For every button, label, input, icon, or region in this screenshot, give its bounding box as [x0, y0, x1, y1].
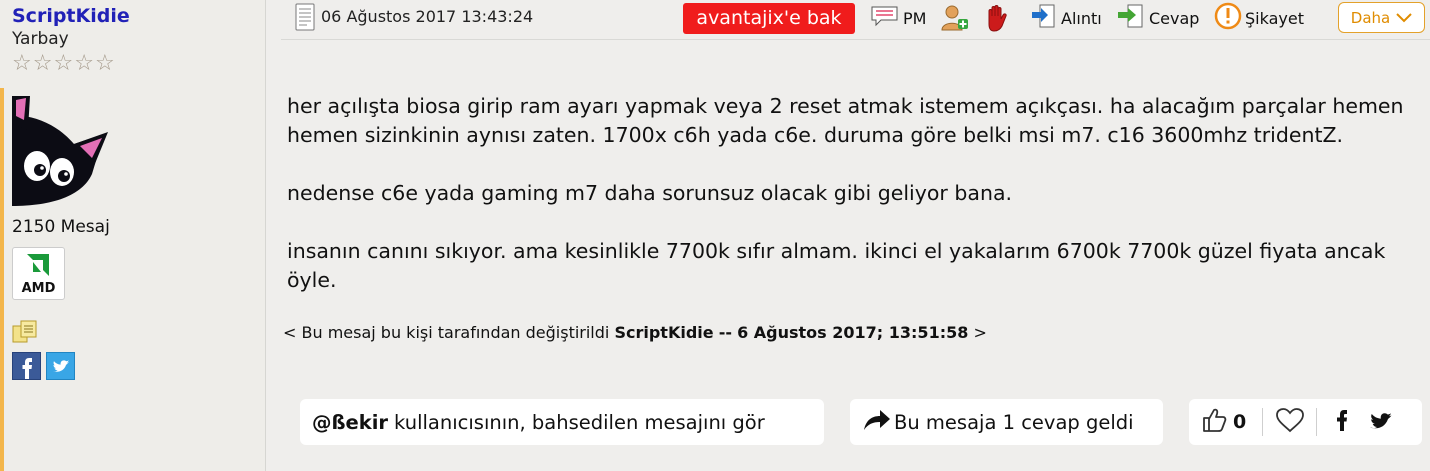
post-paragraph: insanın canını sıkıyor. ama kesinlikle 7… [287, 239, 1386, 292]
post-paragraph: her açılışta biosa girip ram ayarı yapma… [287, 94, 1404, 147]
twitter-share-icon[interactable] [1369, 409, 1395, 436]
star-icon: ☆ [53, 51, 74, 76]
edit-note-editor[interactable]: ScriptKidie [614, 323, 713, 342]
reply-button[interactable]: Cevap [1116, 4, 1199, 32]
quoted-message-link[interactable]: @ßekir kullanıcısının, bahsedilen mesajı… [300, 399, 824, 445]
more-dropdown[interactable]: Daha [1338, 2, 1425, 33]
star-icon: ☆ [32, 51, 53, 76]
block-hand-icon[interactable] [983, 4, 1011, 32]
rank-stars: ☆ ☆ ☆ ☆ ☆ [12, 53, 115, 75]
reaction-bar: 0 [1189, 399, 1422, 445]
facebook-share-icon[interactable] [1335, 408, 1349, 437]
reply-label: Cevap [1149, 8, 1200, 28]
replies-link[interactable]: Bu mesaja 1 cevap geldi [850, 399, 1163, 445]
star-icon: ☆ [94, 51, 115, 76]
add-friend-icon[interactable] [941, 4, 969, 32]
report-button[interactable]: Şikayet [1214, 2, 1304, 34]
amd-badge-label: AMD [21, 281, 56, 296]
reply-icon [1116, 3, 1146, 33]
post-content: her açılışta biosa girip ram ayarı yapma… [287, 92, 1407, 295]
quoted-username: @ßekir [312, 410, 389, 434]
copy-icon[interactable] [12, 320, 38, 348]
report-label: Şikayet [1245, 8, 1304, 28]
edit-note: < Bu mesaj bu kişi tarafından değiştiril… [283, 323, 987, 342]
post-date: 06 Ağustos 2017 13:43:24 [321, 7, 534, 26]
username-link[interactable]: ScriptKidie [12, 5, 130, 27]
pm-label: PM [903, 8, 927, 28]
like-count: 0 [1233, 411, 1247, 433]
edit-note-suffix: > [973, 323, 987, 342]
message-count: 2150 Mesaj [12, 217, 110, 237]
avatar[interactable] [12, 96, 108, 206]
heart-icon[interactable] [1275, 407, 1305, 438]
pm-button[interactable]: PM [870, 4, 926, 32]
sidebar-accent-bar [0, 88, 4, 471]
document-icon [294, 3, 316, 35]
twitter-icon[interactable] [46, 352, 75, 384]
edit-note-prefix: < Bu mesaj bu kişi tarafından değiştiril… [283, 323, 610, 342]
divider [1316, 408, 1318, 436]
warning-icon [1214, 2, 1242, 34]
divider [1262, 408, 1264, 436]
post-header: 06 Ağustos 2017 13:43:24 avantajix'e bak… [281, 0, 1430, 40]
chevron-down-icon [1396, 9, 1412, 27]
edit-note-timestamp: 6 Ağustos 2017; 13:51:58 [737, 323, 969, 342]
edit-note-separator: -- [718, 323, 732, 342]
share-arrow-icon [862, 408, 892, 437]
star-icon: ☆ [74, 51, 94, 76]
amd-badge-icon: AMD [12, 247, 65, 300]
message-icon [870, 4, 900, 32]
thumbs-up-icon[interactable] [1201, 407, 1227, 438]
replies-text: Bu mesaja 1 cevap geldi [894, 410, 1134, 434]
user-rank: Yarbay [12, 29, 69, 49]
quoted-message-text: kullanıcısının, bahsedilen mesajını gör [394, 410, 765, 434]
ad-button[interactable]: avantajix'e bak [683, 3, 855, 34]
facebook-icon[interactable] [12, 352, 41, 384]
quote-icon [1030, 3, 1058, 33]
more-label: Daha [1350, 8, 1391, 27]
user-panel: ScriptKidie Yarbay ☆ ☆ ☆ ☆ ☆ 2150 Mesaj [0, 0, 266, 471]
star-icon: ☆ [12, 51, 32, 76]
post-paragraph: nedense c6e yada gaming m7 daha sorunsuz… [287, 181, 1013, 205]
quote-button[interactable]: Alıntı [1030, 4, 1102, 32]
quote-label: Alıntı [1061, 8, 1102, 28]
